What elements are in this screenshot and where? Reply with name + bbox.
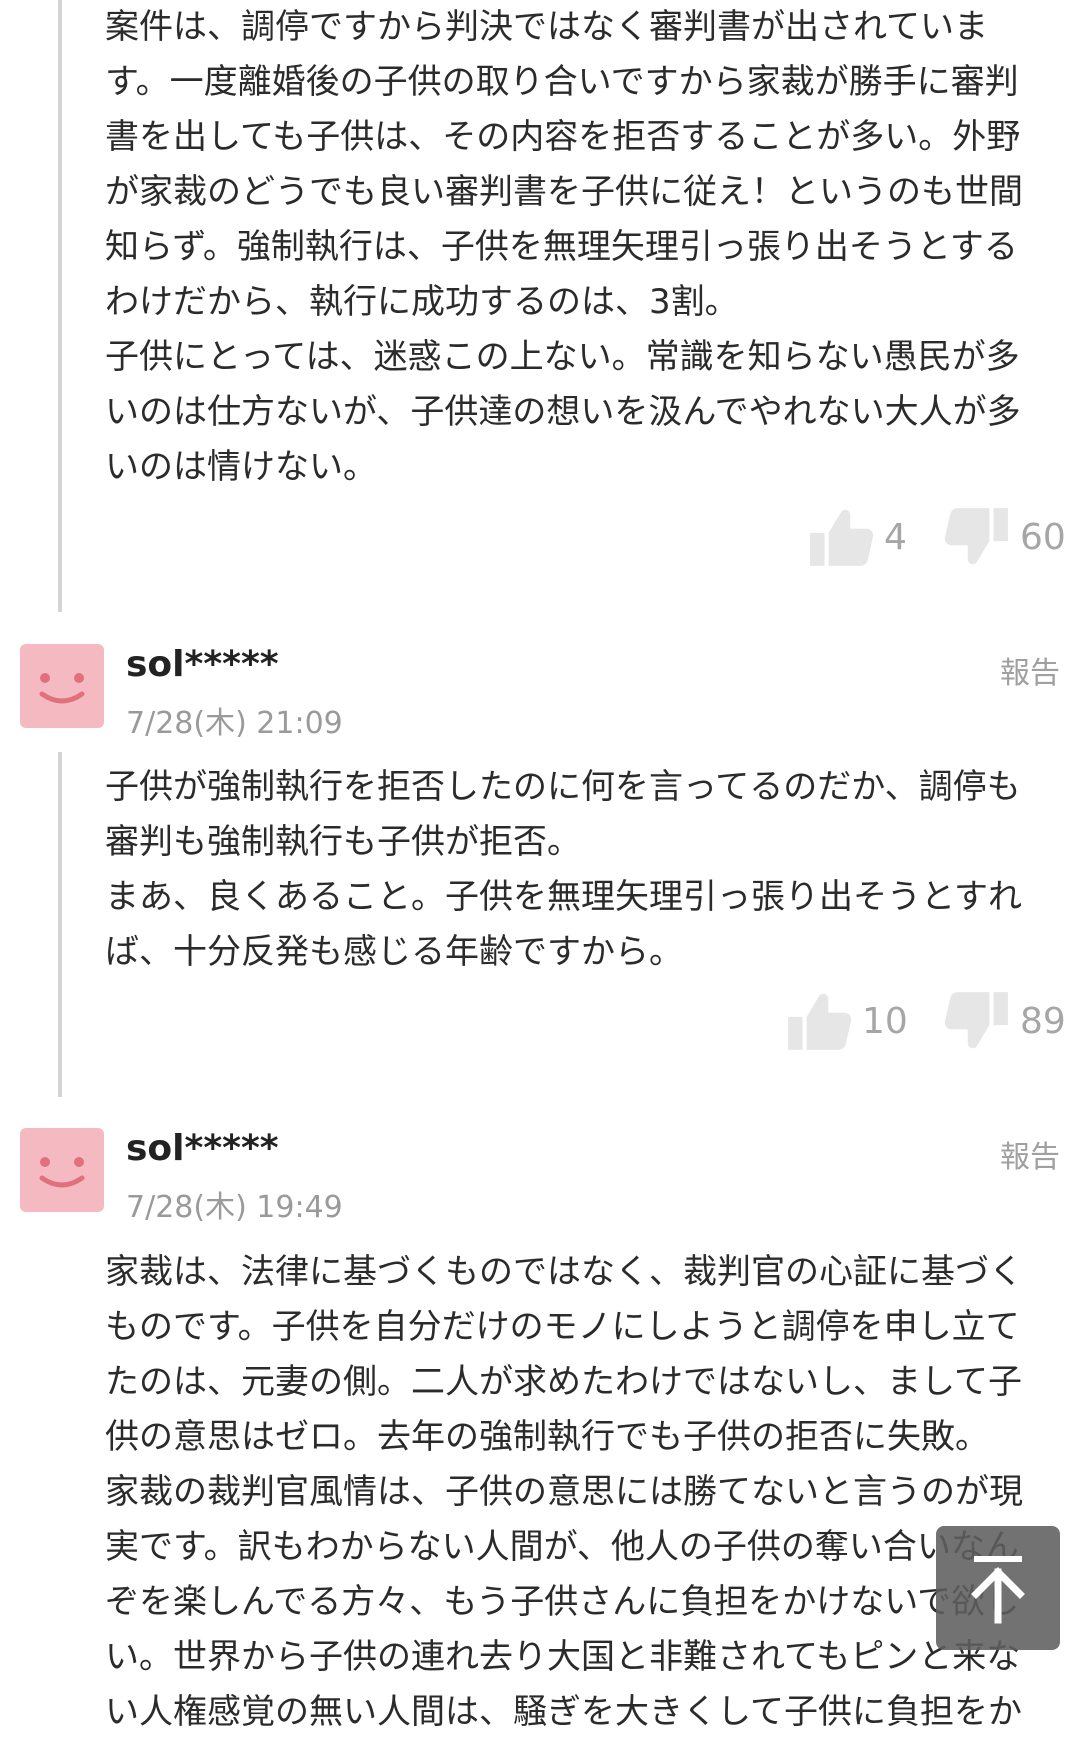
username[interactable]: sol***** <box>126 1128 279 1169</box>
comment-body: 子供が強制執行を拒否したのに何を言ってるのだか、調停も 審判も強制執行も子供が拒… <box>105 767 1022 972</box>
arrow-up-icon <box>971 1556 1025 1624</box>
comment-body: 案件は、調停ですから判決ではなく審判書が出されていま す。一度離婚後の子供の取り… <box>105 7 1023 487</box>
timestamp: 7/28(木) 19:49 <box>126 1190 343 1225</box>
dislike-button[interactable]: 60 <box>944 506 1066 568</box>
dislike-button[interactable]: 89 <box>944 990 1066 1052</box>
username[interactable]: sol***** <box>126 644 279 685</box>
smiley-face-icon <box>39 1157 85 1188</box>
reply-thread-line <box>58 0 62 612</box>
thumbs-up-icon <box>810 509 874 566</box>
like-count: 4 <box>884 516 907 558</box>
comment-header: sol***** 7/28(木) 19:49 報告 <box>20 1128 1060 1225</box>
thumbs-up-icon <box>788 993 852 1050</box>
timestamp: 7/28(木) 21:09 <box>126 706 343 741</box>
smiley-face-icon <box>39 673 85 704</box>
avatar[interactable] <box>20 644 104 728</box>
comment-header: sol***** 7/28(木) 21:09 報告 <box>20 644 1060 741</box>
like-button[interactable]: 10 <box>786 990 908 1052</box>
scroll-to-top-button[interactable] <box>936 1526 1060 1650</box>
dislike-count: 60 <box>1020 516 1066 558</box>
report-link[interactable]: 報告 <box>1000 648 1060 692</box>
thumbs-down-icon <box>944 992 1008 1049</box>
dislike-count: 89 <box>1020 1000 1066 1042</box>
thumbs-down-icon <box>944 508 1008 565</box>
reply-thread-line <box>58 752 62 1097</box>
comment-body: 家裁は、法律に基づくものではなく、裁判官の心証に基づく ものです。子供を自分だけ… <box>105 1252 1023 1732</box>
avatar[interactable] <box>20 1128 104 1212</box>
like-count: 10 <box>862 1000 908 1042</box>
like-button[interactable]: 4 <box>808 506 907 568</box>
report-link[interactable]: 報告 <box>1000 1132 1060 1176</box>
